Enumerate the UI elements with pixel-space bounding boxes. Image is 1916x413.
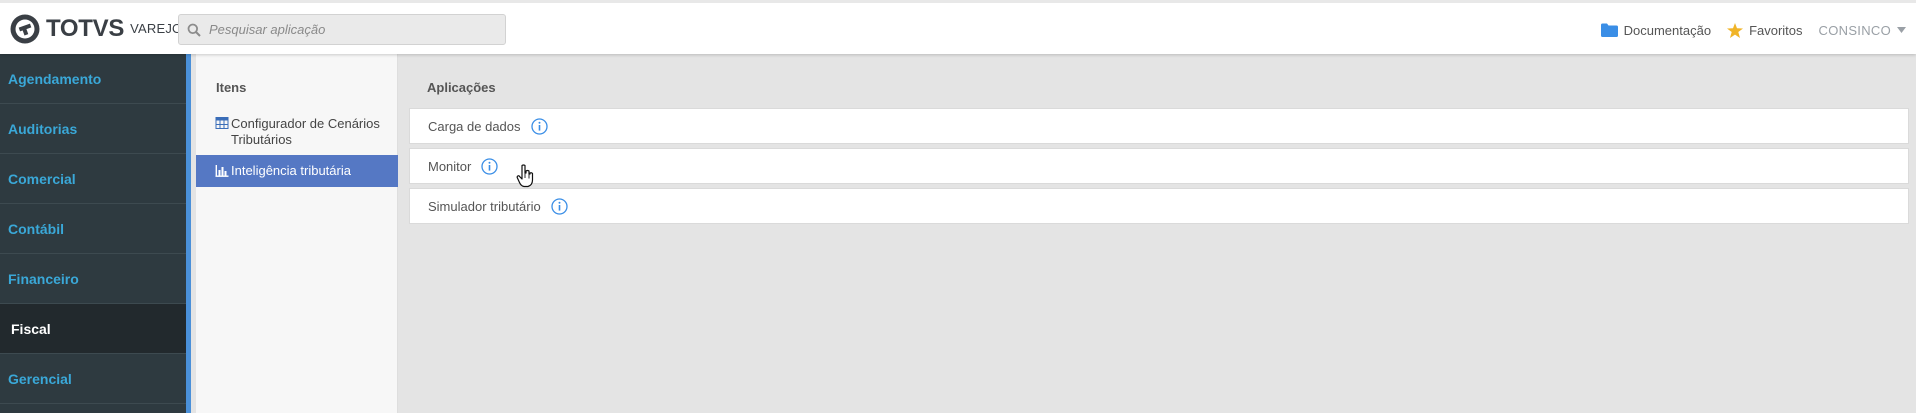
item-configurador-cenarios[interactable]: Configurador de Cenários Tributários [196,116,398,158]
info-icon[interactable] [551,197,568,215]
sidebar-nav: Agendamento Auditorias Comercial Contábi… [0,54,191,413]
user-menu[interactable]: CONSINCO [1819,23,1906,38]
app-simulador-tributario[interactable]: Simulador tributário [409,188,1909,224]
search-icon [179,15,209,44]
sidebar-item-label: Fiscal [11,320,51,337]
logo-subtitle: VAREJO [130,21,183,36]
folder-icon [1600,23,1618,37]
sidebar-item-contabil[interactable]: Contábil [0,204,186,254]
search-input[interactable] [209,16,499,43]
user-name: CONSINCO [1818,22,1891,38]
app-label: Simulador tributário [428,198,541,214]
top-header: TOTVS VAREJO Documentação Favoritos CONS… [0,0,1916,54]
totvs-logo-icon [10,14,40,44]
star-icon [1727,22,1744,38]
app-monitor[interactable]: Monitor [409,148,1909,184]
items-panel: Itens Configurador de Cenários Tributári… [196,54,398,413]
sidebar-item-label: Comercial [8,170,76,187]
item-inteligencia-tributaria[interactable]: Inteligência tributária [196,155,398,187]
sidebar-item-label: Agendamento [8,70,102,87]
table-icon [215,117,229,129]
app-label: Carga de dados [428,118,521,134]
header-links: Documentação Favoritos CONSINCO [1600,17,1906,43]
applications-area: Aplicações Carga de dados Monitor Simula… [399,54,1916,413]
sidebar-item-label: Contábil [8,220,64,237]
item-label: Configurador de Cenários Tributários [231,116,380,147]
favorites-label: Favoritos [1749,22,1803,38]
sidebar-item-agendamento[interactable]: Agendamento [0,54,186,104]
item-label: Inteligência tributária [231,163,351,178]
sidebar-item-comercial[interactable]: Comercial [0,154,186,204]
sidebar-item-label: Financeiro [8,270,79,287]
sidebar-item-label: Gerencial [8,370,72,387]
info-icon[interactable] [530,117,548,135]
info-icon[interactable] [481,157,499,175]
documentation-label: Documentação [1623,22,1712,38]
totvs-logo[interactable]: TOTVS VAREJO [9,13,182,45]
sidebar-item-gerencial[interactable]: Gerencial [0,354,186,404]
caret-down-icon [1897,27,1906,33]
logo-text: TOTVS [46,15,125,42]
app-label: Monitor [428,158,472,174]
documentation-link[interactable]: Documentação [1600,22,1712,38]
app-carga-de-dados[interactable]: Carga de dados [409,108,1909,144]
sidebar-item-label: Auditorias [8,120,78,137]
search-box[interactable] [178,14,506,45]
favorites-link[interactable]: Favoritos [1727,22,1803,38]
hand-cursor-icon [516,164,534,188]
items-panel-title: Itens [216,80,247,95]
applications-title: Aplicações [427,80,496,95]
bar-chart-icon [215,165,229,177]
sidebar-item-auditorias[interactable]: Auditorias [0,104,186,154]
sidebar-item-financeiro[interactable]: Financeiro [0,254,186,304]
sidebar-item-fiscal[interactable]: Fiscal [0,304,186,354]
